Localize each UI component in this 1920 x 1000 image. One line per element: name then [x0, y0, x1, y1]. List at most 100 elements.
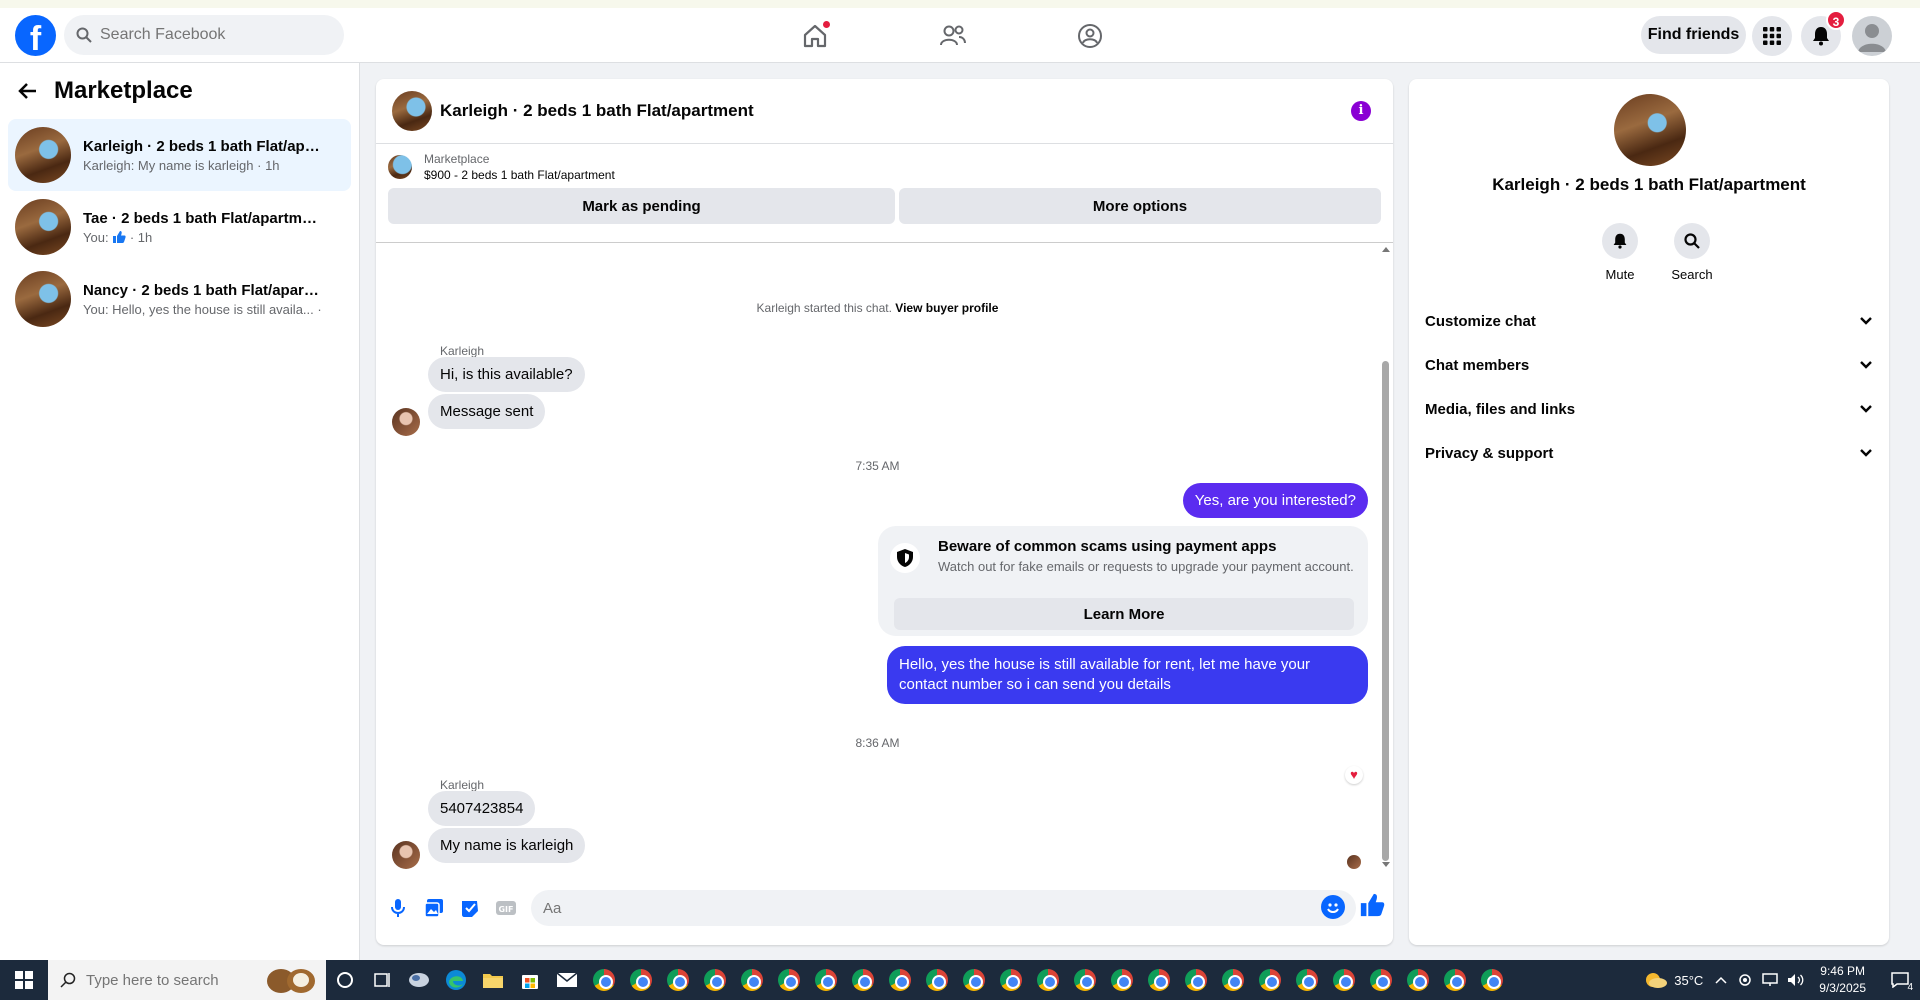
scroll-down-arrow-icon[interactable]	[1381, 861, 1391, 869]
info-icon[interactable]: i	[1351, 101, 1371, 121]
chrome-window-16-icon[interactable]	[1140, 960, 1177, 1000]
friends-nav-button[interactable]	[935, 18, 971, 54]
incoming-message[interactable]: 5407423854	[428, 791, 536, 826]
search-icon	[1684, 233, 1700, 249]
widgets-app-icon[interactable]	[400, 960, 437, 1000]
chrome-window-21-icon[interactable]	[1325, 960, 1362, 1000]
weather-temperature[interactable]: 35°C	[1674, 973, 1703, 988]
chrome-window-7-icon[interactable]	[807, 960, 844, 1000]
customize-chat-section[interactable]: Customize chat	[1425, 299, 1873, 343]
chrome-window-6-icon[interactable]	[770, 960, 807, 1000]
chevron-up-icon[interactable]	[1715, 976, 1727, 984]
chrome-window-19-icon[interactable]	[1251, 960, 1288, 1000]
search-action[interactable]: Search	[1662, 223, 1722, 282]
action-center-button[interactable]: 4	[1880, 960, 1920, 1000]
chrome-window-13-icon[interactable]	[1029, 960, 1066, 1000]
page-scrollbar[interactable]	[1904, 63, 1920, 960]
chrome-window-1-icon[interactable]	[585, 960, 622, 1000]
home-nav-button[interactable]	[797, 18, 833, 54]
chrome-window-10-icon[interactable]	[918, 960, 955, 1000]
chrome-window-14-icon[interactable]	[1066, 960, 1103, 1000]
weather-sun-icon[interactable]	[1642, 970, 1668, 990]
mark-as-pending-button[interactable]: Mark as pending	[388, 188, 895, 224]
notifications-button[interactable]: 3	[1801, 10, 1846, 56]
view-buyer-profile-link[interactable]: View buyer profile	[895, 301, 998, 315]
windows-start-button[interactable]	[0, 960, 48, 1000]
photo-icon[interactable]	[416, 890, 452, 926]
chrome-window-12-icon[interactable]	[992, 960, 1029, 1000]
incoming-message[interactable]: My name is karleigh	[428, 828, 586, 863]
conversation-item-tae[interactable]: Tae · 2 beds 1 bath Flat/apartment You: …	[8, 191, 351, 263]
chrome-window-3-icon[interactable]	[659, 960, 696, 1000]
microsoft-store-icon[interactable]	[511, 960, 548, 1000]
file-explorer-icon[interactable]	[474, 960, 511, 1000]
taskbar-clock[interactable]: 9:46 PM 9/3/2025	[1819, 963, 1866, 997]
outgoing-message[interactable]: Hello, yes the house is still available …	[887, 646, 1368, 704]
menu-grid-button[interactable]	[1752, 16, 1792, 56]
chrome-window-20-icon[interactable]	[1288, 960, 1325, 1000]
chrome-window-17-icon[interactable]	[1177, 960, 1214, 1000]
search-highlight-image[interactable]	[256, 960, 326, 1000]
details-title[interactable]: Karleigh · 2 beds 1 bath Flat/apartment	[1409, 175, 1889, 195]
privacy-support-section[interactable]: Privacy & support	[1425, 431, 1873, 475]
gif-icon[interactable]: GIF	[488, 890, 524, 926]
heart-reaction-icon[interactable]: ♥	[1345, 766, 1363, 784]
volume-icon[interactable]	[1787, 973, 1805, 987]
chrome-window-23-icon[interactable]	[1399, 960, 1436, 1000]
incoming-message[interactable]: Message sent	[428, 394, 546, 429]
clock-time: 9:46 PM	[1820, 964, 1865, 978]
media-files-links-section[interactable]: Media, files and links	[1425, 387, 1873, 431]
task-view-icon[interactable]	[363, 960, 400, 1000]
chrome-window-8-icon[interactable]	[844, 960, 881, 1000]
microphone-icon[interactable]	[380, 890, 416, 926]
chrome-window-2-icon[interactable]	[622, 960, 659, 1000]
chrome-window-25-icon[interactable]	[1473, 960, 1510, 1000]
mute-action[interactable]: Mute	[1590, 223, 1650, 282]
message-scrollbar[interactable]	[1379, 243, 1393, 873]
message-composer: GIF	[376, 882, 1393, 934]
chrome-window-18-icon[interactable]	[1214, 960, 1251, 1000]
chat-members-section[interactable]: Chat members	[1425, 343, 1873, 387]
chrome-window-22-icon[interactable]	[1362, 960, 1399, 1000]
back-arrow-icon[interactable]	[18, 81, 38, 101]
incoming-message[interactable]: Hi, is this available?	[428, 357, 585, 392]
listing-summary[interactable]: Marketplace $900 - 2 beds 1 bath Flat/ap…	[376, 144, 1393, 182]
sticker-icon[interactable]	[452, 890, 488, 926]
message-timestamp: 8:36 AM	[855, 736, 900, 750]
scroll-up-arrow-icon[interactable]	[1381, 245, 1391, 253]
chrome-window-24-icon[interactable]	[1436, 960, 1473, 1000]
sender-avatar[interactable]	[392, 841, 420, 869]
conversation-last-message: You: · 1h	[83, 230, 323, 245]
learn-more-button[interactable]: Learn More	[894, 598, 1354, 630]
conversation-item-nancy[interactable]: Nancy · 2 beds 1 bath Flat/apartm... You…	[8, 263, 351, 335]
facebook-search-box[interactable]	[64, 15, 344, 55]
scroll-thumb[interactable]	[1382, 361, 1389, 861]
chrome-window-5-icon[interactable]	[733, 960, 770, 1000]
chat-listing-thumbnail[interactable]	[392, 91, 432, 131]
chat-title[interactable]: Karleigh · 2 beds 1 bath Flat/apartment	[440, 101, 754, 121]
account-avatar-button[interactable]	[1852, 16, 1892, 56]
chrome-window-9-icon[interactable]	[881, 960, 918, 1000]
chrome-window-4-icon[interactable]	[696, 960, 733, 1000]
more-options-button[interactable]: More options	[899, 188, 1381, 224]
conversation-item-karleigh[interactable]: Karleigh · 2 beds 1 bath Flat/apart... K…	[8, 119, 351, 191]
outgoing-message[interactable]: Yes, are you interested?	[1182, 483, 1368, 518]
listing-large-thumbnail[interactable]	[1614, 94, 1686, 166]
chrome-window-15-icon[interactable]	[1103, 960, 1140, 1000]
groups-nav-button[interactable]	[1072, 18, 1108, 54]
mail-icon[interactable]	[548, 960, 585, 1000]
send-like-thumbs-up-icon[interactable]	[1359, 892, 1389, 922]
facebook-logo[interactable]: f	[15, 15, 56, 56]
chrome-window-11-icon[interactable]	[955, 960, 992, 1000]
camera-icon[interactable]	[1737, 973, 1753, 987]
taskbar-search-box[interactable]	[48, 960, 256, 1000]
cortana-icon[interactable]	[326, 960, 363, 1000]
network-icon[interactable]	[1761, 973, 1779, 987]
sender-avatar[interactable]	[392, 408, 420, 436]
edge-browser-icon[interactable]	[437, 960, 474, 1000]
message-input[interactable]	[531, 890, 1356, 926]
taskbar-search-input[interactable]	[86, 971, 256, 989]
emoji-icon[interactable]	[1321, 895, 1345, 919]
facebook-search-input[interactable]	[100, 26, 320, 44]
find-friends-button[interactable]: Find friends	[1641, 16, 1746, 54]
